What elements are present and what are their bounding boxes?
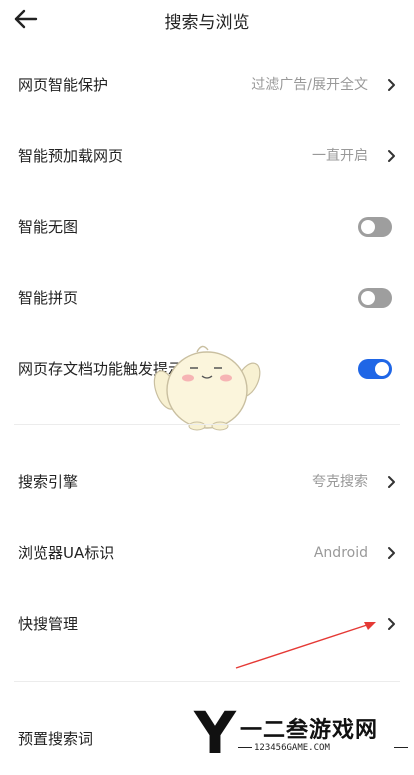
setting-label: 搜索引擎	[18, 473, 79, 491]
chevron-right-icon	[388, 618, 395, 630]
section-divider	[14, 424, 400, 425]
chevron-right-icon	[388, 476, 395, 488]
setting-row-ua-identity[interactable]: 浏览器UA标识 Android	[0, 518, 414, 589]
setting-label: 智能预加载网页	[18, 147, 124, 165]
top-bar: 搜索与浏览	[0, 0, 414, 38]
toggle-knob	[361, 291, 375, 305]
setting-value: Android	[313, 545, 368, 561]
chevron-right-icon	[388, 150, 395, 162]
smart-page-merge-toggle[interactable]	[358, 288, 392, 308]
setting-value: 过滤广告/展开全文	[251, 77, 368, 93]
section-divider	[14, 681, 400, 682]
setting-label: 智能无图	[18, 218, 79, 236]
setting-label: 预置搜索词	[18, 730, 94, 748]
setting-row-smart-preload[interactable]: 智能预加载网页 一直开启	[0, 121, 414, 192]
smart-no-image-toggle[interactable]	[358, 217, 392, 237]
toggle-knob	[361, 220, 375, 234]
page-title: 搜索与浏览	[164, 13, 250, 33]
setting-label: 浏览器UA标识	[18, 544, 115, 562]
setting-value: 一直开启	[312, 148, 368, 164]
setting-row-smart-no-image: 智能无图	[0, 192, 414, 263]
chevron-right-icon	[388, 79, 395, 91]
watermark-rule	[238, 747, 252, 748]
toggle-knob	[375, 362, 389, 376]
setting-label: 智能拼页	[18, 289, 79, 307]
chevron-right-icon	[388, 547, 395, 559]
archive-hint-toggle[interactable]	[358, 359, 392, 379]
watermark-brand: 一二叁游戏网	[240, 718, 379, 743]
watermark-rule	[394, 747, 408, 748]
watermark-y-glyph: Y	[194, 699, 236, 767]
setting-label: 网页智能保护	[18, 76, 109, 94]
setting-value: 夸克搜索	[312, 474, 368, 490]
watermark-url: 123456GAME.COM	[254, 743, 330, 753]
setting-row-smart-page-merge: 智能拼页	[0, 263, 414, 334]
setting-row-search-engine[interactable]: 搜索引擎 夸克搜索	[0, 447, 414, 518]
setting-label: 快搜管理	[18, 615, 79, 633]
mascot-sticker-icon	[153, 345, 261, 431]
watermark-logo: Y 一二叁游戏网 123456GAME.COM	[190, 700, 414, 769]
setting-row-page-protection[interactable]: 网页智能保护 过滤广告/展开全文	[0, 50, 414, 121]
annotation-arrow-icon	[235, 622, 376, 669]
